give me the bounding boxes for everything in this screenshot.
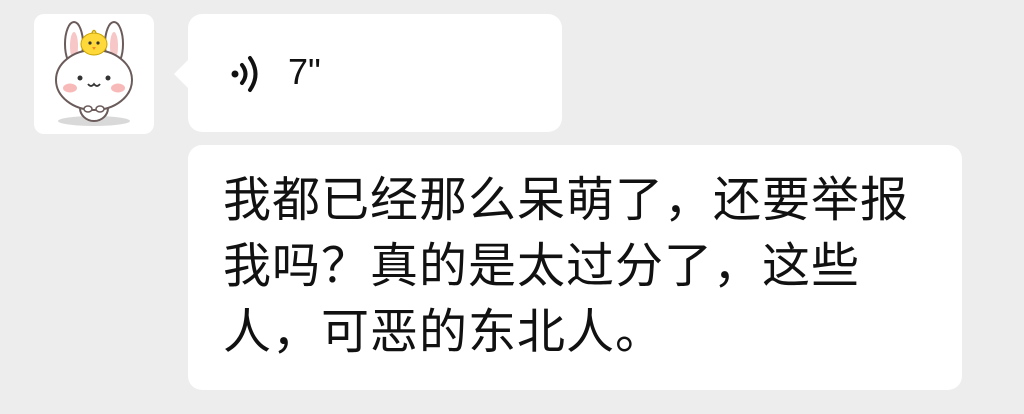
voice-message-bubble[interactable]: 7" [174,14,562,132]
message-text: 我都已经那么呆萌了，还要举报我吗？真的是太过分了，这些人，可恶的东北人。 [223,172,910,360]
bunny-avatar-icon [55,21,133,126]
voice-duration: 7" [288,51,321,92]
text-message-bubble[interactable]: 我都已经那么呆萌了，还要举报我吗？真的是太过分了，这些人，可恶的东北人。 [188,145,962,390]
bubble-tail [174,60,188,88]
voice-wave-icon [231,56,258,92]
chat-window: 7" 我都已经那么呆萌了，还要举报我吗？真的是太过分了，这些人，可恶的东北人。 [0,0,1024,414]
avatar[interactable] [34,14,154,134]
